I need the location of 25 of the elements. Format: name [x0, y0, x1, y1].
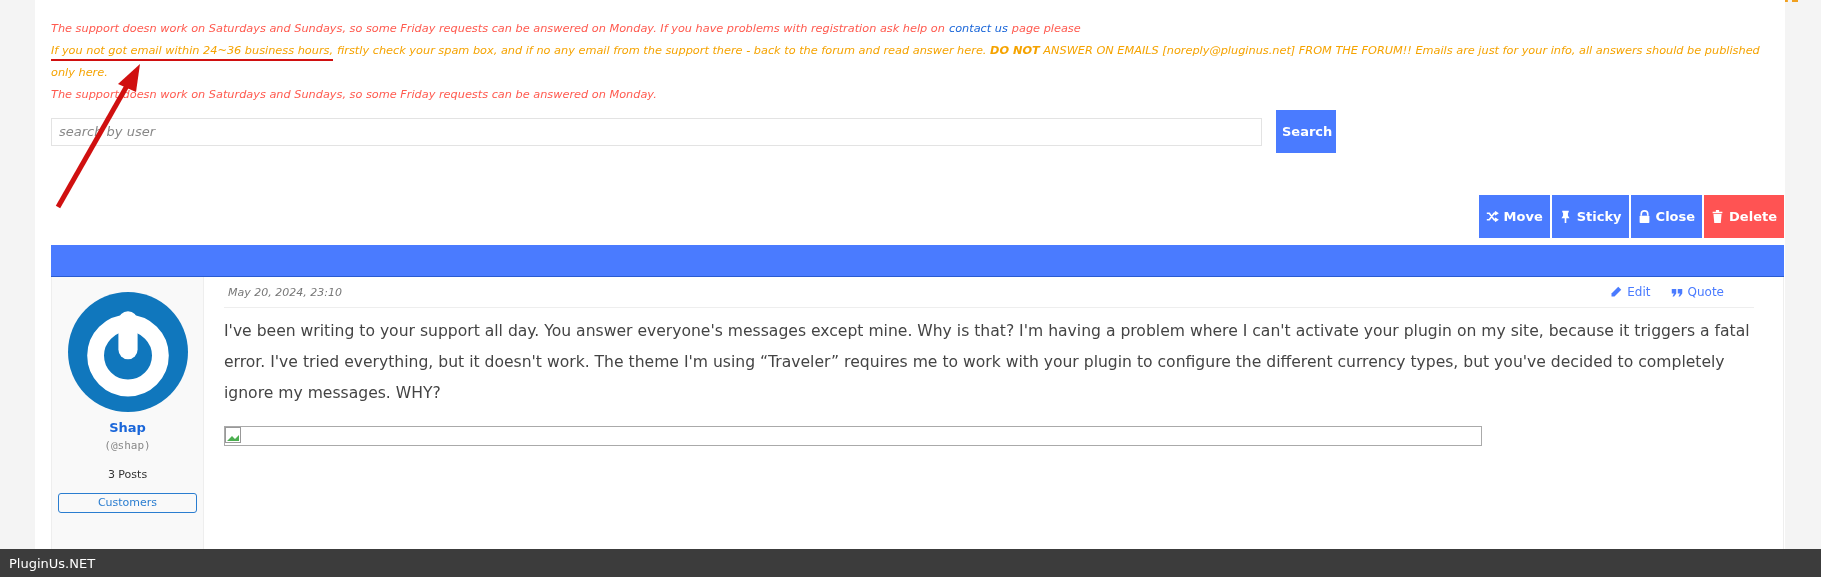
- avatar-icon: [67, 292, 188, 412]
- contact-link[interactable]: contact us: [948, 22, 1008, 35]
- author-handle: (@shap): [104, 439, 151, 452]
- trash-icon: [1711, 210, 1725, 223]
- notice-text: The support doesn work on Saturdays and Sundays, so some Friday requests can be answered on Monday. If you have problems with registration ask help on contact us page please: [51, 21, 1082, 37]
- notice-text: If you not got email within 24~36 business hours, firstly check your spam box, and if no any email from the support there - back to the forum and read answer here. DO NOT ANSWER ON EMAILS [noreply@pluginus.net] FROM THE FORUM!! Emails are just for your info, all answers should be published only here.: [51, 43, 1761, 81]
- post-body: I've been writing to your support all day. You answer everyone's messages except mine. Why is that? I'm having a problem where I can't activate your plugin on my site, because it triggers a fatal error. I've tried everything, but it doesn't work. The theme I'm using “Traveler” requires me to work with your plugin to configure the different currency types, but you've decided to completely ignore my messages. WHY?: [224, 321, 1751, 404]
- footer-brand[interactable]: PluginUs.NET: [9, 555, 96, 571]
- quote-icon: [1670, 286, 1683, 298]
- action-button[interactable]: Close: [1630, 195, 1703, 238]
- action-button[interactable]: Sticky: [1551, 195, 1629, 238]
- lock-icon: [1637, 210, 1651, 223]
- role-badge: Customers: [58, 493, 197, 513]
- post-count: 3 Posts: [107, 468, 148, 481]
- pencil-icon: [1610, 286, 1623, 298]
- post-tool-link[interactable]: Quote: [1670, 285, 1724, 299]
- action-button[interactable]: Move: [1478, 195, 1550, 238]
- author-name[interactable]: Shap: [109, 420, 146, 435]
- post-date: May 20, 2024, 23:10: [228, 285, 342, 299]
- shuffle-icon: [1485, 210, 1499, 223]
- post-tool-link[interactable]: Edit: [1610, 285, 1651, 299]
- action-button[interactable]: Delete: [1704, 195, 1784, 238]
- broken-image-icon: [225, 427, 241, 443]
- search-button[interactable]: Search: [1276, 110, 1336, 153]
- notice-text: The support doesn work on Saturdays and Sundays, so some Friday requests can be answered on Monday.: [51, 87, 658, 103]
